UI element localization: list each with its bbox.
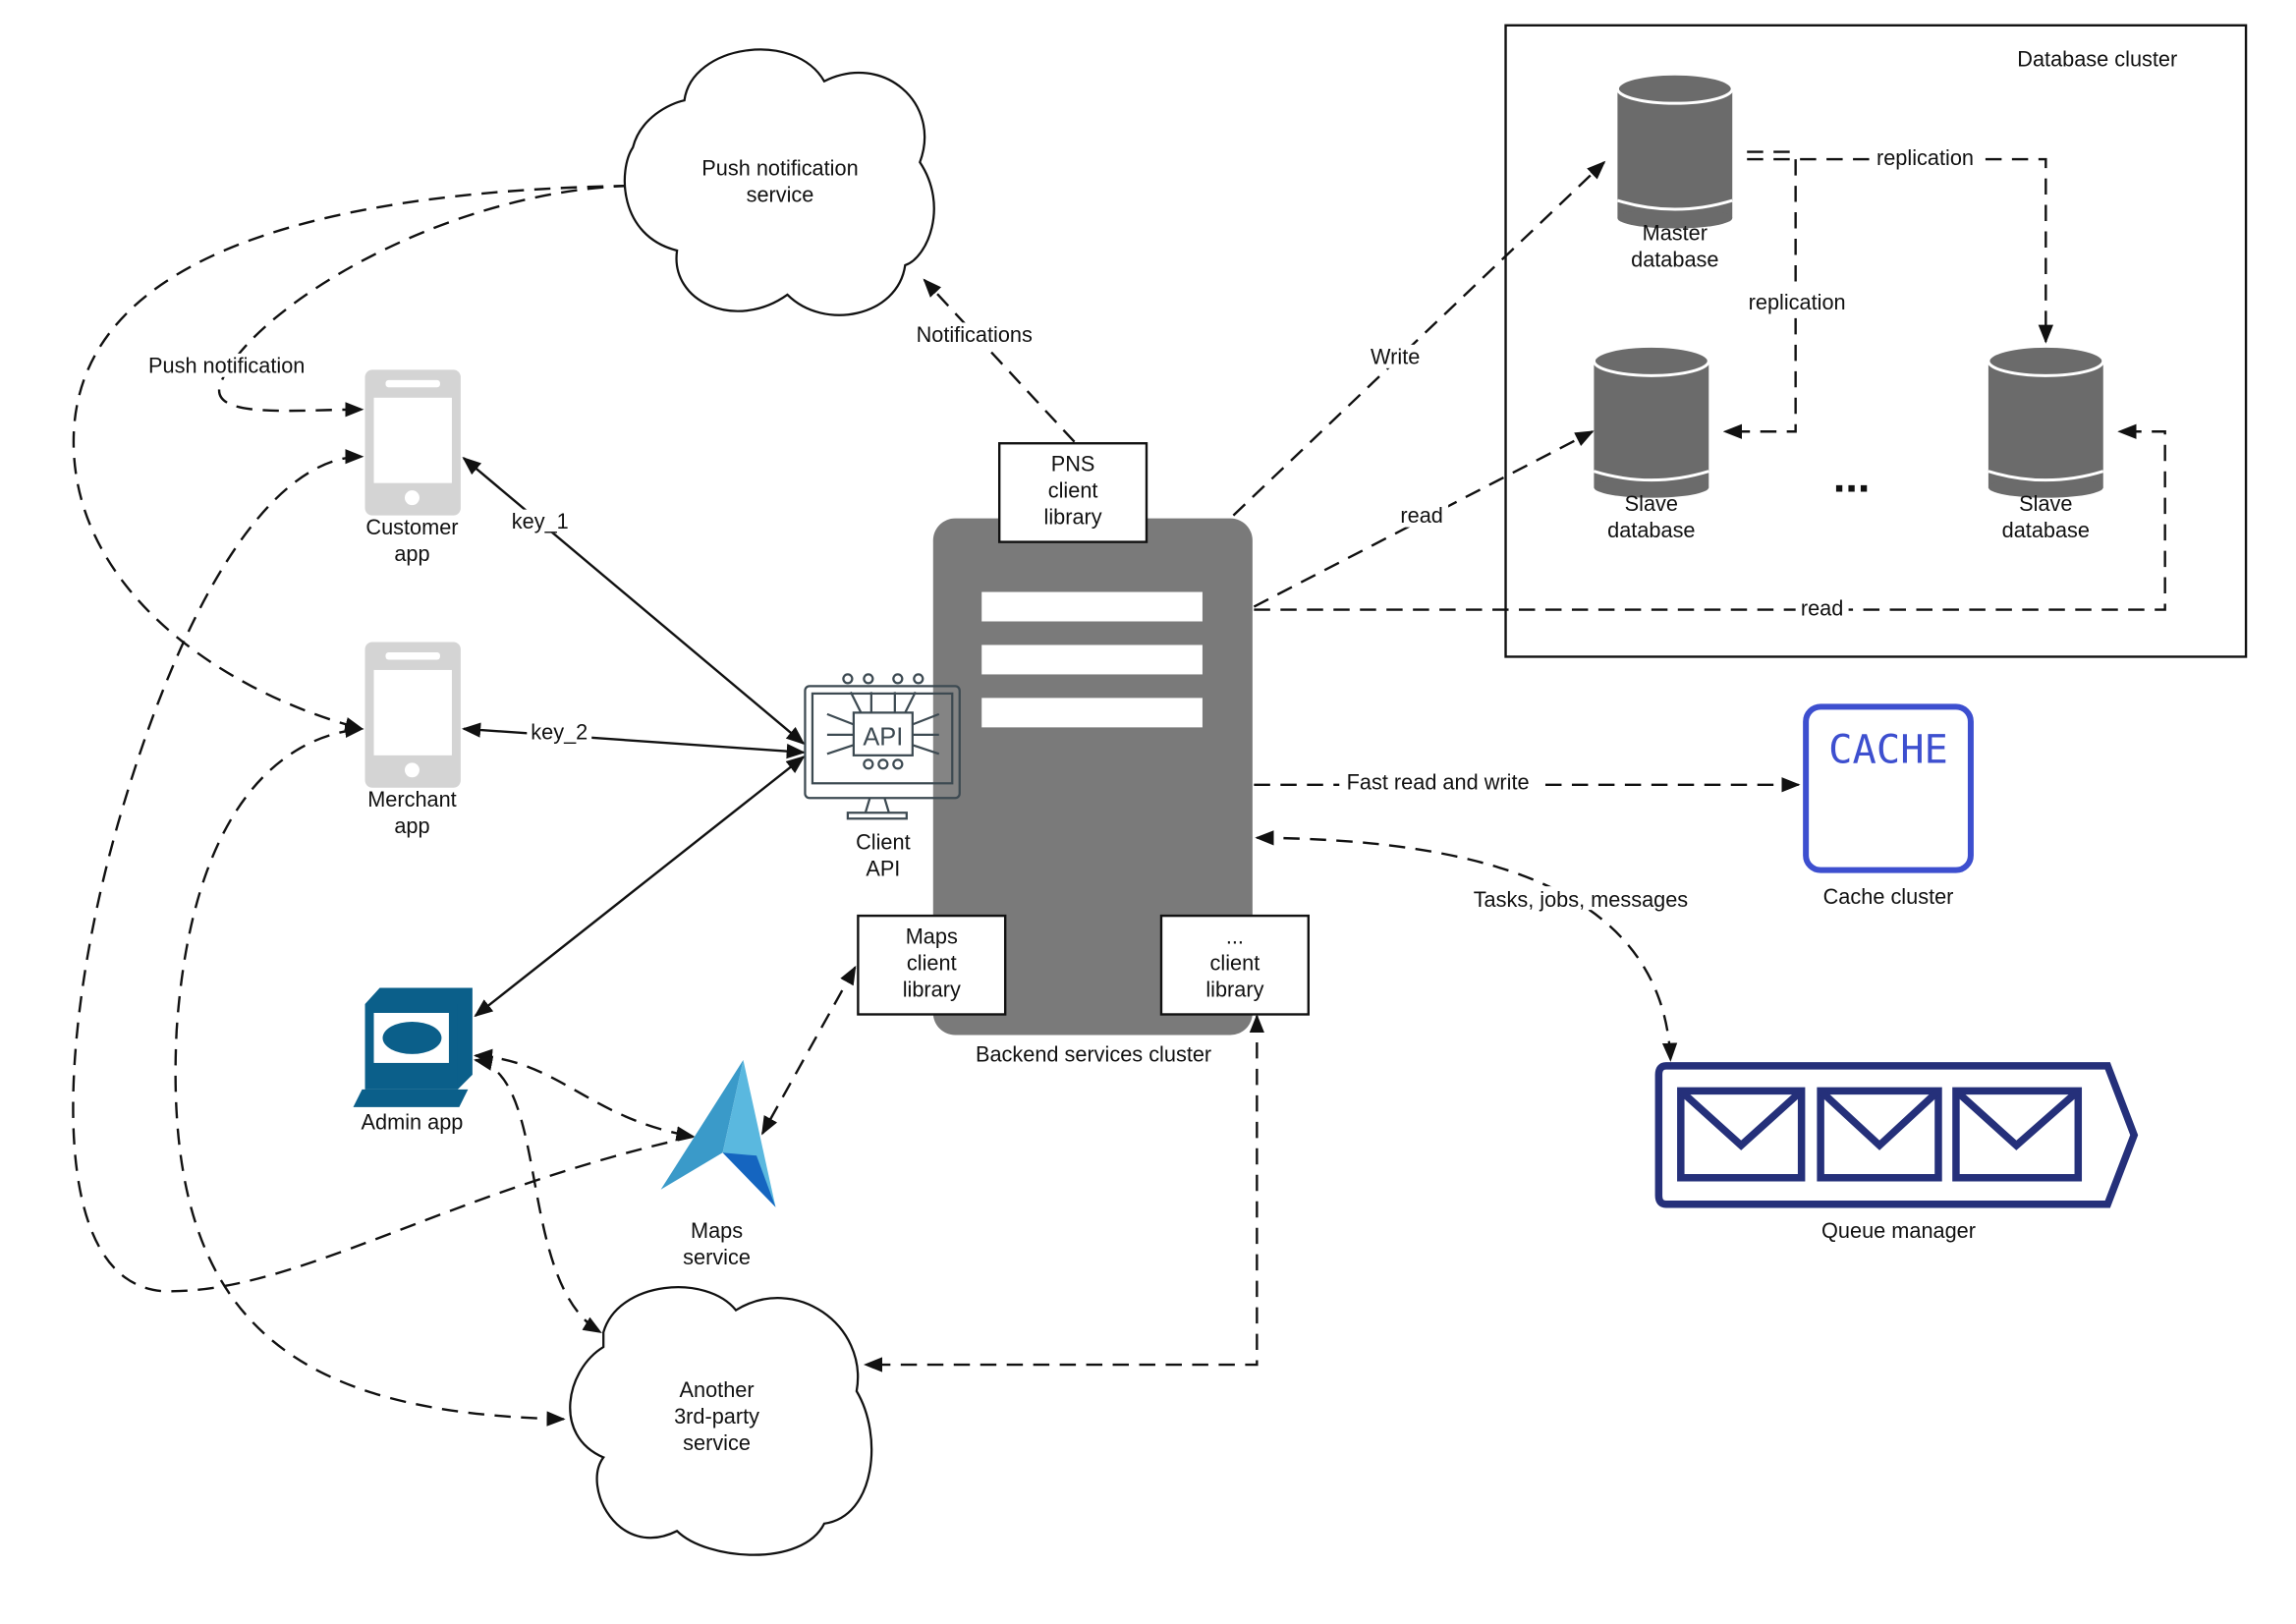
cache-icon-text: CACHE: [1828, 725, 1948, 772]
maps-to-customer-edge: [72, 449, 694, 1293]
slave-database-icon: [1987, 344, 2105, 498]
pns-label: client: [1048, 478, 1098, 503]
read-label: read: [1400, 503, 1442, 528]
maps-service-label: Maps: [691, 1218, 743, 1243]
maps-client-label: library: [903, 978, 961, 1002]
maps-client-label: client: [907, 951, 957, 976]
push-notification-cloud: Push notification service: [623, 48, 935, 316]
queue-manager-label: Queue manager: [1821, 1218, 1976, 1243]
maps-client-library: Maps client library: [857, 914, 1007, 1016]
fast-read-write-label: Fast read and write: [1347, 769, 1530, 794]
maps-service-label: service: [683, 1245, 751, 1269]
customer-app-label: app: [394, 541, 429, 566]
client-api-label: Client: [856, 830, 911, 855]
slave-db-label-2: database: [2002, 518, 2090, 542]
third-party-label: Another: [680, 1377, 755, 1402]
client-api-label: API: [866, 857, 900, 881]
push-service-label: service: [747, 183, 814, 207]
read-label: read: [1801, 596, 1843, 621]
notifications-edge: [923, 278, 1076, 443]
key1-label: key_1: [512, 509, 569, 533]
slave-database-icon: [1592, 344, 1710, 498]
admin-computer-icon: [353, 987, 473, 1107]
admin-third-party-edge: [473, 1055, 602, 1334]
customer-app-phone-icon: [364, 369, 461, 516]
slave-db-label-2: database: [1607, 518, 1695, 542]
merchant-app-label: app: [394, 813, 429, 838]
admin-maps-edge: [473, 1048, 696, 1142]
key2-edge: [461, 722, 806, 759]
customer-app-label: Customer: [365, 515, 458, 539]
admin-api-edge: [474, 756, 806, 1018]
write-edge: [1232, 160, 1606, 517]
maps-client-label: Maps: [906, 924, 958, 949]
master-db-label-2: database: [1631, 247, 1718, 271]
maps-client-edge: [760, 965, 857, 1136]
third-party-cloud: Another 3rd-party service: [569, 1286, 873, 1556]
master-db-label: Master: [1643, 220, 1708, 245]
database-cluster-title: Database cluster: [2017, 47, 2177, 72]
replication-label: replication: [1876, 145, 1974, 170]
tasks-label: Tasks, jobs, messages: [1474, 887, 1689, 912]
master-database-icon: [1615, 72, 1734, 229]
architecture-diagram: Database cluster Master database Slave d…: [72, 24, 2248, 1556]
cache-cluster-label: Cache cluster: [1823, 884, 1954, 909]
other-client-label: ...: [1226, 924, 1244, 949]
pns-label: library: [1044, 505, 1102, 530]
other-client-label: client: [1210, 951, 1260, 976]
api-icon-text: API: [863, 723, 903, 751]
tasks-edge: [1255, 830, 1678, 1062]
pns-client-library: PNS client library: [997, 442, 1148, 543]
replication-edge: [1747, 157, 2053, 344]
pns-label: PNS: [1051, 452, 1095, 476]
write-label: Write: [1371, 344, 1420, 368]
third-party-label: 3rd-party: [674, 1404, 759, 1428]
notifications-label: Notifications: [917, 322, 1033, 347]
admin-app-label: Admin app: [362, 1109, 464, 1134]
database-cluster: Database cluster Master database Slave d…: [1504, 24, 2248, 658]
cache-icon: CACHE: [1803, 703, 1974, 873]
slave-db-label: Slave: [2019, 491, 2072, 516]
backend-label: Backend services cluster: [976, 1041, 1211, 1066]
push-service-label: Push notification: [701, 156, 858, 181]
key1-edge: [462, 456, 806, 746]
queue-manager-icon: [1654, 1062, 2139, 1208]
client-api-icon: API: [804, 673, 961, 820]
merchant-app-phone-icon: [364, 642, 461, 788]
replication-label: replication: [1749, 290, 1846, 314]
merchant-app-label: Merchant: [367, 787, 457, 812]
other-client-edge: [863, 1014, 1265, 1372]
more-databases-ellipsis: ...: [1833, 452, 1870, 502]
push-notification-label: Push notification: [148, 353, 305, 377]
slave-db-label: Slave: [1625, 491, 1678, 516]
third-party-label: service: [683, 1430, 751, 1455]
other-client-label: library: [1205, 978, 1263, 1002]
key2-label: key_2: [531, 719, 588, 744]
other-client-library: ... client library: [1159, 914, 1310, 1016]
